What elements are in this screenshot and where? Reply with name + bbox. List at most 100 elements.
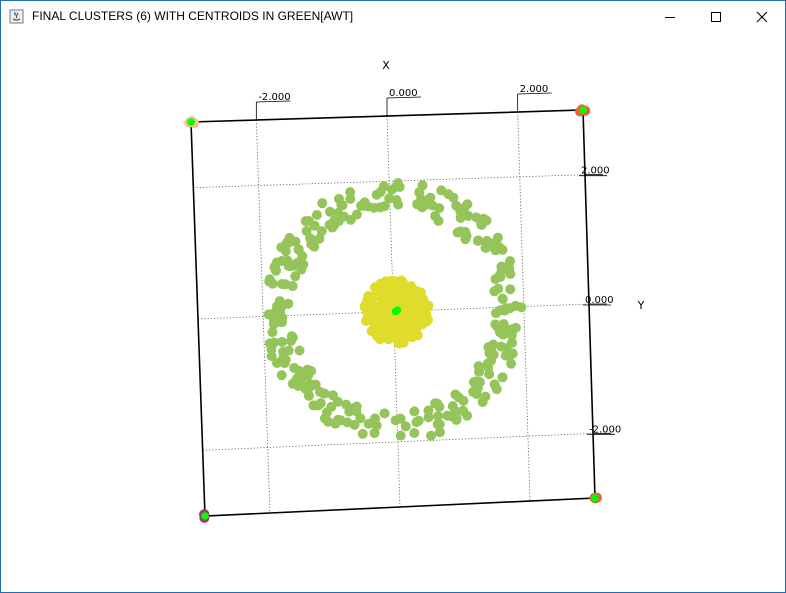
data-point-outer-ring (436, 185, 447, 196)
data-point-center-blob (398, 277, 409, 288)
data-point-outer-ring (461, 230, 472, 241)
centroid-points (187, 106, 599, 520)
data-point-outer-ring (369, 428, 380, 439)
centroid-center-blob (393, 306, 402, 314)
data-point-outer-ring (488, 238, 499, 249)
data-point-outer-ring (287, 332, 298, 343)
data-point-center-blob (375, 334, 386, 345)
centroid-corner-bottom-left (201, 512, 209, 520)
data-point-outer-ring (425, 192, 436, 203)
data-point-outer-ring (417, 180, 428, 191)
data-point-outer-ring (267, 278, 278, 289)
y-tick-label: 0.000 (585, 295, 614, 306)
data-point-outer-ring (455, 206, 466, 217)
data-point-center-blob (417, 319, 428, 330)
data-point-outer-ring (319, 413, 330, 424)
data-point-center-blob (361, 316, 372, 327)
x-tick-label: 2.000 (520, 84, 549, 95)
data-point-center-blob (364, 299, 375, 310)
data-point-outer-ring (263, 309, 274, 320)
minimize-button[interactable] (647, 1, 693, 32)
data-point-outer-ring (497, 372, 508, 383)
data-point-center-blob (382, 320, 393, 331)
close-icon (756, 11, 768, 22)
data-point-outer-ring (506, 330, 517, 341)
y-tick-label: 2.000 (581, 166, 610, 177)
centroid-corner-top-right (579, 106, 587, 114)
centroid-corner-bottom-right (591, 494, 599, 502)
data-point-outer-ring (434, 419, 445, 430)
data-point-outer-ring (379, 201, 390, 212)
data-point-outer-ring (492, 322, 503, 333)
data-point-outer-ring (304, 382, 315, 393)
data-point-outer-ring (505, 284, 516, 295)
data-point-outer-ring (357, 428, 368, 439)
data-point-outer-ring (451, 414, 462, 425)
data-point-outer-ring (293, 244, 304, 255)
data-point-outer-ring (345, 187, 356, 198)
data-point-outer-ring (289, 362, 300, 373)
data-point-outer-ring (351, 209, 362, 220)
data-point-outer-ring (473, 235, 484, 246)
window-title: FINAL CLUSTERS (6) WITH CENTROIDS IN GRE… (32, 9, 354, 23)
data-point-outer-ring (292, 373, 303, 384)
data-point-outer-ring (450, 389, 461, 400)
data-point-outer-ring (283, 261, 294, 272)
cluster-scatter-plot: -2.000 0.000 2.000 2.000 0.000 -2.000 X Y (184, 59, 645, 523)
data-point-outer-ring (516, 302, 527, 313)
data-point-outer-ring (363, 418, 374, 429)
data-point-outer-ring (277, 336, 288, 347)
data-point-outer-ring (290, 271, 301, 282)
data-point-outer-ring (447, 401, 458, 412)
data-point-outer-ring (486, 355, 497, 366)
data-point-outer-ring (491, 384, 502, 395)
data-point-outer-ring (349, 419, 360, 430)
data-point-center-blob (382, 288, 393, 299)
data-point-outer-ring (277, 300, 288, 311)
y-tick-label: -2.000 (589, 424, 621, 435)
data-point-outer-ring (283, 237, 294, 248)
data-point-outer-ring (341, 399, 352, 410)
data-point-outer-ring (411, 417, 422, 428)
data-point-outer-ring (473, 361, 484, 372)
data-point-outer-ring (434, 203, 445, 214)
data-point-outer-ring (430, 398, 441, 409)
data-point-outer-ring (423, 412, 434, 423)
data-point-outer-ring (433, 215, 444, 226)
data-point-outer-ring (395, 413, 406, 424)
close-button[interactable] (739, 1, 785, 32)
app-window: FINAL CLUSTERS (6) WITH CENTROIDS IN GRE… (0, 0, 786, 593)
data-point-outer-ring (497, 265, 508, 276)
x-axis-label: X (382, 59, 390, 72)
data-point-outer-ring (298, 259, 309, 270)
x-tick-label: 0.000 (389, 88, 418, 99)
data-point-outer-ring (458, 395, 469, 406)
data-point-outer-ring (314, 386, 325, 397)
data-point-outer-ring (317, 198, 328, 209)
data-point-center-blob (408, 328, 419, 339)
data-point-outer-ring (425, 430, 436, 441)
data-point-outer-ring (267, 327, 278, 338)
data-point-outer-ring (500, 350, 511, 361)
maximize-button[interactable] (693, 1, 739, 32)
data-point-center-blob (396, 333, 407, 344)
data-point-outer-ring (278, 353, 289, 364)
data-point-outer-ring (462, 410, 473, 421)
data-point-outer-ring (280, 279, 291, 290)
data-point-center-blob (374, 303, 385, 314)
data-point-outer-ring (271, 257, 282, 268)
data-point-outer-ring (277, 317, 288, 328)
data-point-outer-ring (409, 406, 420, 417)
data-point-outer-ring (332, 208, 343, 219)
centroid-corner-top-left (187, 118, 195, 126)
data-point-outer-ring (470, 376, 481, 387)
data-point-outer-ring (493, 283, 504, 294)
minimize-icon (665, 16, 675, 18)
maximize-icon (711, 11, 721, 22)
data-point-center-blob (401, 313, 412, 324)
data-point-outer-ring (497, 244, 508, 255)
java-cup-icon (9, 9, 24, 24)
plot-area: -2.000 0.000 2.000 2.000 0.000 -2.000 X Y (1, 32, 785, 592)
title-bar[interactable]: FINAL CLUSTERS (6) WITH CENTROIDS IN GRE… (1, 1, 785, 32)
data-point-outer-ring (497, 293, 508, 304)
